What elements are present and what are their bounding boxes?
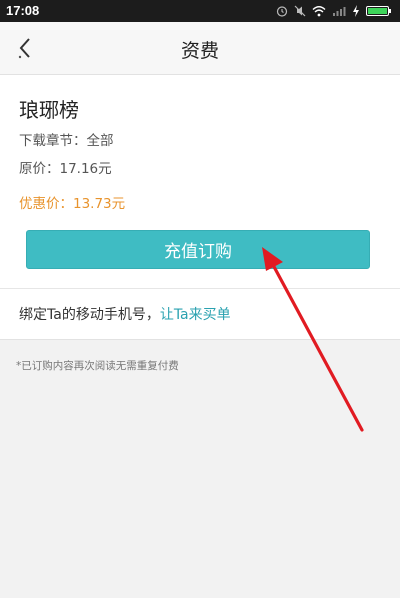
alarm-icon: [276, 6, 288, 17]
status-icons: [276, 3, 392, 19]
header: 资费: [0, 22, 400, 75]
purchase-note: *已订购内容再次阅读无需重复付费: [16, 360, 179, 372]
battery-icon: [366, 6, 391, 16]
discount-price: 优惠价：13.73元: [19, 196, 126, 212]
recharge-order-button[interactable]: 充值订购: [26, 230, 370, 269]
page-title: 资费: [180, 40, 219, 62]
order-card: 琅琊榜 下载章节：全部 原价：17.16元 优惠价：13.73元 充值订购: [0, 75, 400, 289]
let-ta-pay-link[interactable]: 让Ta来买单: [160, 307, 231, 323]
charging-icon: [353, 5, 359, 17]
download-chapters: 下载章节：全部: [19, 133, 114, 149]
original-price: 原价：17.16元: [19, 161, 112, 177]
bind-phone-label: 绑定Ta的移动手机号，: [19, 307, 160, 323]
bind-phone-text: 绑定Ta的移动手机号，让Ta来买单: [19, 304, 231, 324]
status-bar: 17:08: [0, 0, 400, 22]
book-title: 琅琊榜: [19, 98, 79, 122]
wifi-icon: [312, 6, 326, 17]
status-time: 17:08: [6, 3, 40, 18]
signal-icon: [333, 7, 346, 16]
mute-icon: [294, 5, 306, 17]
bind-phone-row: 绑定Ta的移动手机号，让Ta来买单: [0, 289, 400, 340]
